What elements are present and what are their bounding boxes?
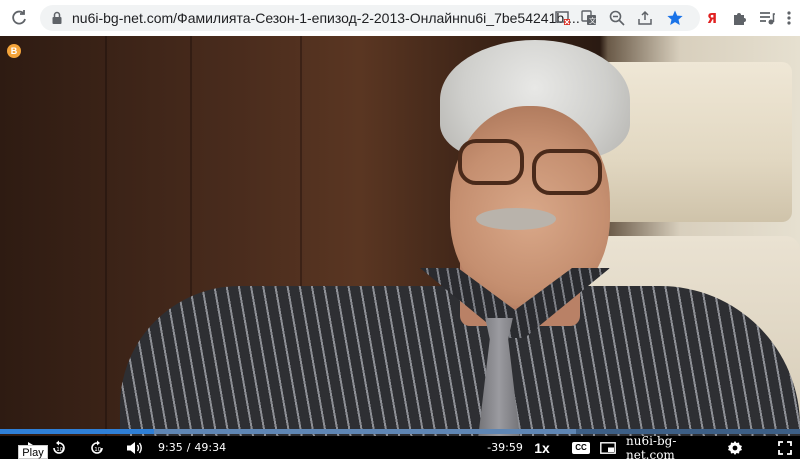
time-separator: / [186, 441, 191, 454]
current-time: 9:35 [158, 441, 183, 454]
blocked-popup-icon[interactable] [554, 9, 572, 27]
address-bar[interactable]: nu6i-bg-net.com/Фамилията-Сезон-1-епизод… [40, 5, 700, 31]
bookmark-star-icon[interactable] [666, 9, 684, 27]
remaining-time: -39:59 [487, 441, 523, 454]
translate-icon[interactable]: 文 [580, 9, 598, 27]
svg-text:文: 文 [589, 16, 596, 25]
puzzle-extensions-icon[interactable] [731, 9, 749, 27]
person-glasses [458, 139, 524, 185]
brand-text: nu6i-bg-net.com [626, 433, 677, 459]
brand-label: nu6i-bg-net.com [626, 433, 716, 459]
progress-played [0, 429, 155, 434]
player-controls: 10 10 9:35 / 49:34 -39:59 1x CC nu6i-bg-… [0, 433, 800, 459]
fullscreen-button[interactable] [774, 436, 796, 459]
time-display: 9:35 / 49:34 [158, 436, 226, 459]
playlist-icon[interactable] [758, 9, 776, 27]
lock-icon[interactable] [50, 11, 64, 25]
zoom-out-icon[interactable] [608, 9, 626, 27]
speed-label: 1x [534, 439, 550, 456]
chair-back [600, 62, 792, 222]
video-frame[interactable]: B [0, 36, 800, 436]
svg-text:10: 10 [94, 447, 101, 453]
duration: 49:34 [194, 441, 227, 454]
forward-10-button[interactable]: 10 [86, 436, 108, 459]
more-options-icon[interactable] [784, 9, 794, 27]
person-mustache [476, 208, 556, 230]
video-badge: B [7, 44, 21, 58]
volume-button[interactable] [124, 436, 146, 459]
playback-speed-button[interactable]: 1x [530, 436, 554, 459]
person-glasses [532, 149, 602, 195]
remaining-time-display: -39:59 [487, 436, 523, 459]
share-icon[interactable] [636, 9, 654, 27]
wall-plank [105, 36, 107, 436]
svg-text:10: 10 [56, 447, 63, 453]
url-text[interactable]: nu6i-bg-net.com/Фамилията-Сезон-1-епизод… [72, 10, 582, 26]
settings-button[interactable] [724, 436, 746, 459]
picture-in-picture-button[interactable] [598, 436, 618, 459]
captions-button[interactable]: CC [570, 436, 592, 459]
play-tooltip: Play [18, 445, 48, 459]
browser-toolbar: nu6i-bg-net.com/Фамилията-Сезон-1-епизод… [0, 0, 800, 36]
reload-icon[interactable] [8, 7, 30, 29]
svg-text:Я: Я [707, 12, 717, 26]
yandex-icon[interactable]: Я [703, 9, 721, 27]
captions-icon: CC [572, 441, 590, 454]
rewind-10-button[interactable]: 10 [48, 436, 70, 459]
